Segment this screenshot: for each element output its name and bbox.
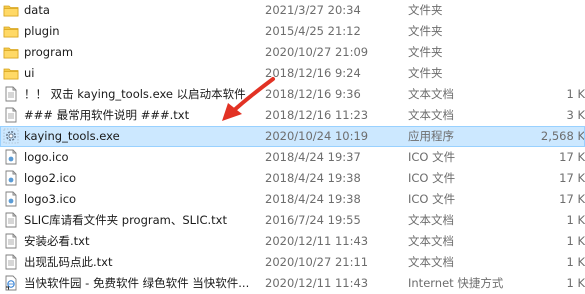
folder-icon — [3, 42, 21, 63]
file-name[interactable]: logo.ico — [24, 147, 259, 168]
file-size: 2,568 K — [540, 129, 585, 143]
file-name[interactable]: program — [24, 42, 259, 63]
file-type: 文件夹 — [408, 45, 443, 59]
text-file-icon — [3, 84, 21, 105]
file-row[interactable]: 安装必看.txt 2020/12/11 11:43 文本文档 1 K — [0, 231, 585, 252]
file-name[interactable]: SLIC库请看文件夹 program、SLIC.txt — [24, 210, 259, 231]
file-date-modified: 2021/3/27 20:34 — [265, 3, 361, 17]
ico-file-icon — [3, 147, 21, 168]
file-row[interactable]: 当快软件园 - 免费软件 绿色软件 当快软件... 2020/12/11 11:4… — [0, 273, 585, 294]
file-name[interactable]: data — [24, 0, 259, 21]
text-file-icon — [3, 105, 21, 126]
file-row[interactable]: plugin 2015/4/25 21:12 文件夹 — [0, 21, 585, 42]
file-type: 文本文档 — [408, 213, 454, 227]
file-name[interactable]: logo3.ico — [24, 189, 259, 210]
file-row[interactable]: ui 2018/12/16 9:24 文件夹 — [0, 63, 585, 84]
file-date-modified: 2015/4/25 21:12 — [265, 24, 361, 38]
file-row[interactable]: program 2020/10/27 21:09 文件夹 — [0, 42, 585, 63]
file-type: Internet 快捷方式 — [408, 276, 504, 290]
file-name[interactable]: ui — [24, 63, 259, 84]
file-size: 3 K — [566, 108, 585, 122]
file-size: 1 K — [566, 87, 585, 101]
file-row[interactable]: logo3.ico 2018/4/24 19:38 ICO 文件 17 K — [0, 189, 585, 210]
file-date-modified: 2018/4/24 19:38 — [265, 192, 361, 206]
file-row[interactable]: data 2021/3/27 20:34 文件夹 — [0, 0, 585, 21]
file-type: 应用程序 — [408, 129, 454, 143]
file-date-modified: 2020/12/11 11:43 — [265, 276, 369, 290]
file-date-modified: 2020/10/27 21:09 — [265, 45, 369, 59]
file-date-modified: 2018/12/16 9:36 — [265, 87, 361, 101]
file-row[interactable]: 出现乱码点此.txt 2020/10/27 21:11 文本文档 1 K — [0, 252, 585, 273]
file-date-modified: 2018/4/24 19:38 — [265, 171, 361, 185]
internet-shortcut-icon — [3, 273, 21, 294]
file-size: 17 K — [559, 150, 585, 164]
file-type: 文件夹 — [408, 66, 443, 80]
file-date-modified: 2018/4/24 19:37 — [265, 150, 361, 164]
file-size: 1 K — [566, 213, 585, 227]
file-name[interactable]: ！！ 双击 kaying_tools.exe 以启动本软件 — [24, 84, 259, 105]
file-row[interactable]: kaying_tools.exe 2020/10/24 10:19 应用程序 2,56… — [0, 126, 585, 147]
file-name[interactable]: plugin — [24, 21, 259, 42]
file-date-modified: 2016/7/24 19:55 — [265, 213, 361, 227]
file-size — [512, 21, 585, 42]
file-row[interactable]: ！！ 双击 kaying_tools.exe 以启动本软件 2018/12/16 … — [0, 84, 585, 105]
file-row[interactable]: logo.ico 2018/4/24 19:37 ICO 文件 17 K — [0, 147, 585, 168]
file-name[interactable]: kaying_tools.exe — [24, 126, 259, 147]
file-list: data 2021/3/27 20:34 文件夹 plugin 2015/4/25 21… — [0, 0, 585, 294]
file-type: ICO 文件 — [408, 192, 456, 206]
file-date-modified: 2018/12/16 11:23 — [265, 108, 369, 122]
file-name[interactable]: 安装必看.txt — [24, 231, 259, 252]
file-name[interactable]: ### 最常用软件说明 ###.txt — [24, 105, 259, 126]
file-size: 1 K — [566, 276, 585, 290]
file-type: 文本文档 — [408, 108, 454, 122]
file-type: 文本文档 — [408, 87, 454, 101]
text-file-icon — [3, 252, 21, 273]
text-file-icon — [3, 210, 21, 231]
file-type: 文本文档 — [408, 234, 454, 248]
file-date-modified: 2020/10/24 10:19 — [265, 129, 369, 143]
ico-file-icon — [3, 168, 21, 189]
file-size: 17 K — [559, 192, 585, 206]
ico-file-icon — [3, 189, 21, 210]
text-file-icon — [3, 231, 21, 252]
file-date-modified: 2020/10/27 21:11 — [265, 255, 369, 269]
folder-icon — [3, 0, 21, 21]
file-type: 文件夹 — [408, 24, 443, 38]
file-date-modified: 2020/12/11 11:43 — [265, 234, 369, 248]
folder-icon — [3, 63, 21, 84]
file-date-modified: 2018/12/16 9:24 — [265, 66, 361, 80]
file-row[interactable]: SLIC库请看文件夹 program、SLIC.txt 2016/7/24 19:… — [0, 210, 585, 231]
file-row[interactable]: logo2.ico 2018/4/24 19:38 ICO 文件 17 K — [0, 168, 585, 189]
file-type: 文本文档 — [408, 255, 454, 269]
file-size: 17 K — [559, 171, 585, 185]
file-size — [512, 42, 585, 63]
file-type: ICO 文件 — [408, 150, 456, 164]
file-size: 1 K — [566, 234, 585, 248]
file-name[interactable]: 出现乱码点此.txt — [24, 252, 259, 273]
file-size — [512, 63, 585, 84]
folder-icon — [3, 21, 21, 42]
file-name[interactable]: 当快软件园 - 免费软件 绿色软件 当快软件... — [24, 273, 259, 294]
file-type: ICO 文件 — [408, 171, 456, 185]
file-type: 文件夹 — [408, 3, 443, 17]
file-name[interactable]: logo2.ico — [24, 168, 259, 189]
file-size: 1 K — [566, 255, 585, 269]
file-size — [512, 0, 585, 21]
exe-gear-icon — [3, 126, 21, 147]
file-row[interactable]: ### 最常用软件说明 ###.txt 2018/12/16 11:23 文本文档 3… — [0, 105, 585, 126]
